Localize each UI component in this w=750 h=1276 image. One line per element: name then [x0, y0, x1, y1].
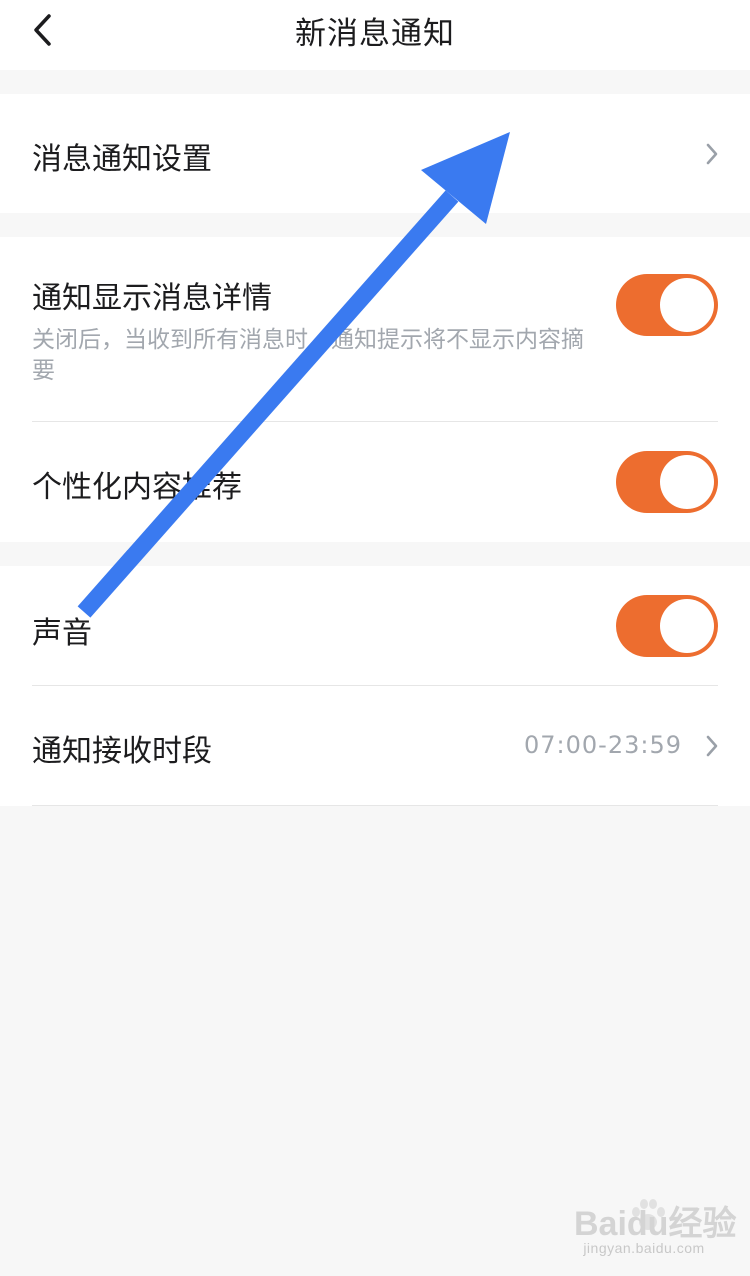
show-details-toggle[interactable]	[616, 274, 718, 336]
watermark-domain: jingyan.baidu.com	[583, 1240, 705, 1256]
divider	[32, 805, 718, 806]
row-message-notification-settings[interactable]: 消息通知设置	[0, 94, 750, 213]
sound-label: 声音	[32, 616, 92, 651]
show-details-label: 通知显示消息详情	[32, 281, 272, 316]
group-sound-settings: 声音 通知接收时段 07:00-23:59	[0, 566, 750, 806]
chevron-right-icon	[706, 735, 718, 757]
toggle-knob	[660, 599, 714, 653]
receive-period-label: 通知接收时段	[32, 734, 212, 769]
page-title: 新消息通知	[295, 16, 455, 52]
row-show-details: 通知显示消息详情 关闭后，当收到所有消息时，通知提示将不显示内容摘要	[0, 237, 750, 421]
row-personalized-content: 个性化内容推荐	[0, 422, 750, 542]
toggle-knob	[660, 455, 714, 509]
personalized-content-label: 个性化内容推荐	[32, 470, 242, 505]
receive-period-value: 07:00-23:59	[524, 731, 682, 759]
group-notification-settings: 消息通知设置	[0, 94, 750, 213]
message-notification-settings-label: 消息通知设置	[32, 142, 212, 177]
row-receive-period[interactable]: 通知接收时段 07:00-23:59	[0, 686, 750, 805]
watermark-logo: Baidu经验 jingyan.baidu.com	[574, 1194, 736, 1262]
watermark-text: Baidu经验	[574, 1205, 737, 1243]
group-content-settings: 通知显示消息详情 关闭后，当收到所有消息时，通知提示将不显示内容摘要 个性化内容…	[0, 237, 750, 542]
show-details-description: 关闭后，当收到所有消息时，通知提示将不显示内容摘要	[32, 327, 584, 384]
row-sound: 声音	[0, 566, 750, 685]
chevron-right-icon	[706, 143, 718, 165]
nav-bar: 新消息通知	[0, 0, 750, 70]
toggle-knob	[660, 278, 714, 332]
sound-toggle[interactable]	[616, 595, 718, 657]
personalized-content-toggle[interactable]	[616, 451, 718, 513]
